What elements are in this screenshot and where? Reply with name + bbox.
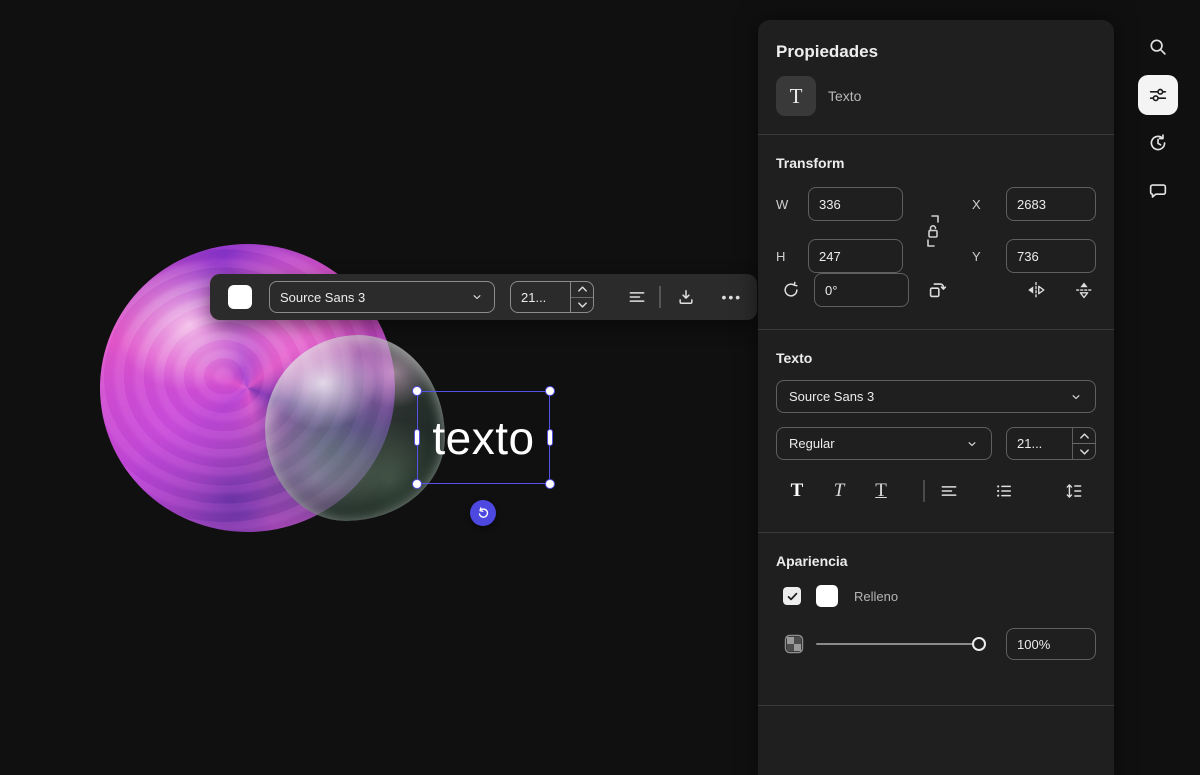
text-color-swatch[interactable]: [228, 285, 252, 309]
text-section-heading: Texto: [776, 350, 1096, 366]
panel-font-size-stepper: [1072, 428, 1095, 459]
selection-handle-bottom-left[interactable]: [412, 479, 422, 489]
align-lines-icon: [627, 287, 647, 307]
font-family-select[interactable]: Source Sans 3: [269, 281, 495, 313]
bold-button[interactable]: T: [785, 478, 809, 504]
comments-button[interactable]: [1138, 171, 1178, 211]
fill-row: Relleno: [776, 585, 1096, 607]
font-style-select[interactable]: Regular: [776, 427, 992, 460]
download-icon: [676, 287, 696, 307]
lock-link-icon: [921, 212, 945, 250]
font-size-spinner[interactable]: 21...: [510, 281, 594, 313]
height-label: H: [776, 249, 792, 264]
text-align-button[interactable]: [626, 286, 648, 308]
panel-font-size-decrease-button[interactable]: [1073, 443, 1095, 459]
canvas-text[interactable]: texto: [418, 392, 549, 483]
divider: [758, 705, 1114, 706]
font-style-value: Regular: [789, 436, 835, 451]
divider: [758, 329, 1114, 330]
more-options-button[interactable]: •••: [722, 289, 743, 305]
panel-font-family-select[interactable]: Source Sans 3: [776, 380, 1096, 413]
search-icon: [1147, 36, 1169, 58]
search-button[interactable]: [1138, 27, 1178, 67]
chevron-down-icon: [965, 437, 979, 451]
opacity-slider-handle[interactable]: [972, 637, 986, 651]
text-style-row: T T T: [776, 476, 1096, 506]
bullet-list-icon: [994, 481, 1014, 501]
selection-handle-top-left[interactable]: [412, 386, 422, 396]
text-selection-box[interactable]: texto: [417, 391, 550, 484]
underline-button[interactable]: T: [869, 478, 893, 504]
divider: [758, 134, 1114, 135]
chevron-down-icon: [1069, 390, 1083, 404]
selection-handle-mid-left[interactable]: [414, 429, 420, 446]
x-input[interactable]: 2683: [1006, 187, 1096, 221]
panel-font-size-spinner[interactable]: 21...: [1006, 427, 1096, 460]
opacity-checkerboard-icon: [784, 634, 804, 654]
fill-checkbox[interactable]: [783, 587, 801, 605]
appearance-heading: Apariencia: [776, 553, 1096, 569]
rotation-input[interactable]: 0°: [814, 273, 909, 307]
selection-handle-top-right[interactable]: [545, 386, 555, 396]
history-icon: [1147, 132, 1169, 154]
selection-handle-mid-right[interactable]: [547, 429, 553, 446]
font-size-stepper: [570, 282, 593, 312]
flip-horizontal-button[interactable]: [1024, 278, 1048, 302]
opacity-slider-track[interactable]: [816, 643, 974, 645]
panel-font-family-value: Source Sans 3: [789, 389, 874, 404]
style-separator: [923, 480, 925, 502]
width-input[interactable]: 336: [808, 187, 903, 221]
font-size-decrease-button[interactable]: [571, 297, 593, 313]
text-floating-toolbar: Source Sans 3 21...: [210, 274, 757, 320]
font-size-increase-button[interactable]: [571, 282, 593, 297]
constrain-proportions-button[interactable]: [921, 212, 945, 250]
height-input[interactable]: 247: [808, 239, 903, 273]
check-icon: [786, 590, 799, 603]
properties-panel: Propiedades T Texto Transform W 336 X 26…: [758, 20, 1114, 775]
x-label: X: [972, 197, 988, 212]
italic-button[interactable]: T: [827, 478, 851, 504]
properties-button[interactable]: [1138, 75, 1178, 115]
opacity-input[interactable]: 100%: [1006, 628, 1096, 660]
selected-object-row: T Texto: [776, 76, 1096, 116]
font-size-value: 21...: [511, 282, 570, 312]
rotate-ccw-icon: [476, 506, 491, 521]
download-button[interactable]: [675, 286, 697, 308]
rotation-icon: [780, 279, 802, 301]
transform-grid: W 336 X 2683 H 247 Y 736: [776, 187, 1096, 307]
comment-icon: [1147, 180, 1169, 202]
flip-vertical-button[interactable]: [1072, 278, 1096, 302]
panel-font-size-value: 21...: [1007, 428, 1072, 459]
panel-font-size-increase-button[interactable]: [1073, 428, 1095, 443]
transform-row-3: 0°: [776, 273, 1096, 307]
fill-label: Relleno: [854, 589, 898, 604]
font-family-value: Source Sans 3: [280, 290, 365, 305]
rotate-90-button[interactable]: [925, 278, 949, 302]
divider: [758, 532, 1114, 533]
history-button[interactable]: [1138, 123, 1178, 163]
panel-text-align-button[interactable]: [937, 479, 961, 503]
panel-title: Propiedades: [776, 20, 1096, 62]
y-label: Y: [972, 249, 988, 264]
selection-handle-bottom-right[interactable]: [545, 479, 555, 489]
sliders-icon: [1147, 84, 1169, 106]
line-spacing-icon: [1064, 481, 1084, 501]
line-spacing-button[interactable]: [1062, 479, 1086, 503]
toolbar-separator: [659, 286, 661, 308]
text-object-icon: T: [776, 76, 816, 116]
fill-color-swatch[interactable]: [816, 585, 838, 607]
width-label: W: [776, 197, 792, 212]
font-style-row: Regular 21...: [776, 427, 1096, 460]
rotate-handle[interactable]: [470, 500, 496, 526]
right-rail: [1138, 27, 1178, 211]
chevron-down-icon: [470, 290, 484, 304]
selected-object-label: Texto: [828, 88, 861, 104]
align-lines-icon: [939, 481, 959, 501]
opacity-slider[interactable]: [816, 636, 986, 652]
opacity-row: 100%: [776, 627, 1096, 661]
y-input[interactable]: 736: [1006, 239, 1096, 273]
list-button[interactable]: [992, 479, 1016, 503]
transform-heading: Transform: [776, 155, 1096, 171]
